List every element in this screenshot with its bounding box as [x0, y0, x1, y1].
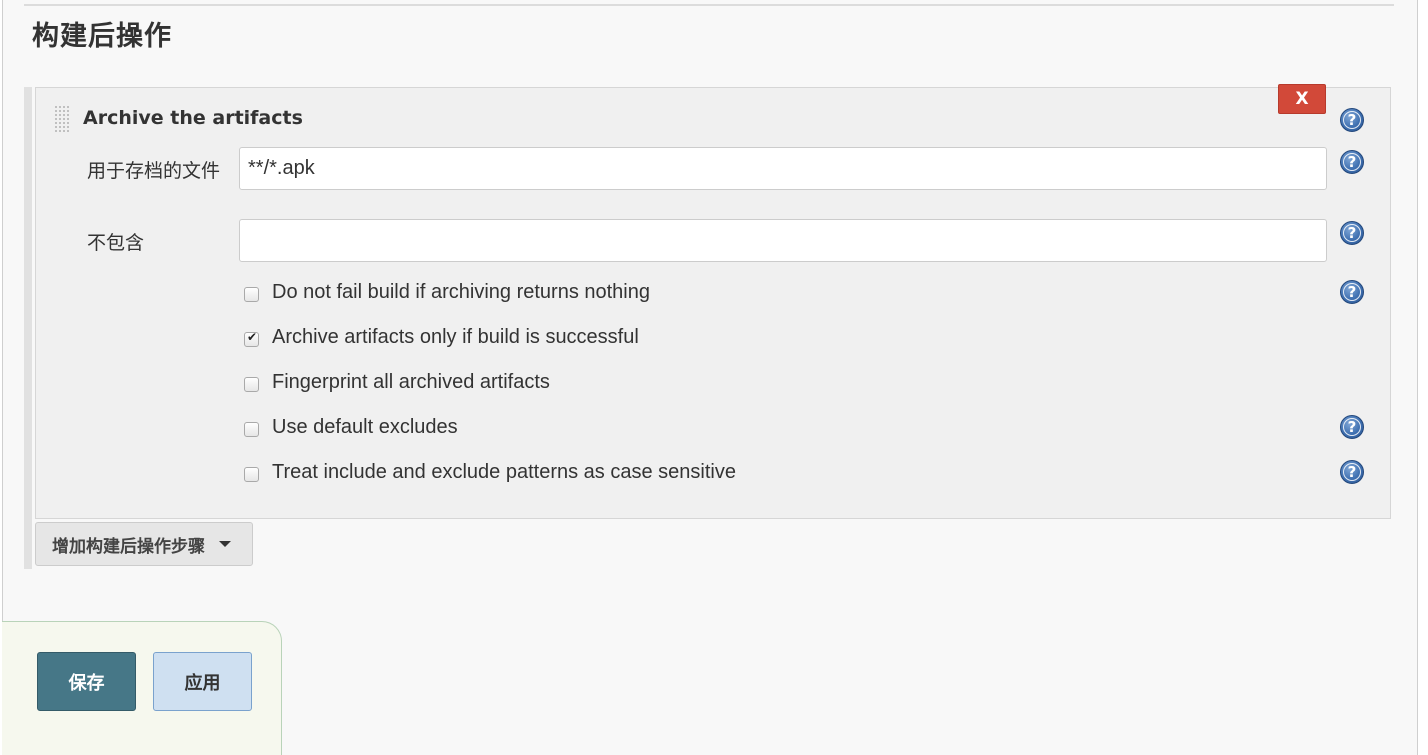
option-fingerprint[interactable]: Fingerprint all archived artifacts — [244, 371, 550, 394]
option-only-if-successful[interactable]: Archive artifacts only if build is succe… — [244, 326, 639, 349]
publisher-title: Archive the artifacts — [83, 107, 303, 129]
files-to-archive-input[interactable] — [239, 147, 1327, 190]
checkbox-label[interactable]: Use default excludes — [272, 416, 458, 439]
help-glyph: ? — [1347, 462, 1357, 481]
delete-publisher-button[interactable]: X — [1278, 84, 1326, 114]
checkbox-checked[interactable] — [244, 330, 259, 347]
option-case-sensitive[interactable]: Treat include and exclude patterns as ca… — [244, 461, 736, 484]
apply-button[interactable]: 应用 — [153, 652, 252, 711]
save-button[interactable]: 保存 — [37, 652, 136, 711]
help-glyph: ? — [1347, 152, 1357, 171]
add-post-build-step-button[interactable]: 增加构建后操作步骤 — [35, 522, 253, 566]
help-icon[interactable]: ? — [1340, 415, 1364, 439]
help-glyph: ? — [1347, 282, 1357, 301]
excludes-input[interactable] — [239, 219, 1327, 262]
help-icon[interactable]: ? — [1340, 280, 1364, 304]
help-glyph: ? — [1347, 223, 1357, 242]
checkbox[interactable] — [244, 377, 259, 392]
checkbox-label[interactable]: Fingerprint all archived artifacts — [272, 371, 550, 394]
help-glyph: ? — [1347, 110, 1357, 129]
checkbox[interactable] — [244, 287, 259, 302]
help-icon[interactable]: ? — [1340, 460, 1364, 484]
help-icon[interactable]: ? — [1340, 108, 1364, 132]
files-to-archive-label: 用于存档的文件 — [87, 160, 221, 182]
drag-handle-icon[interactable] — [54, 105, 70, 133]
help-icon[interactable]: ? — [1340, 150, 1364, 174]
top-divider — [24, 4, 1394, 6]
section-title: 构建后操作 — [32, 21, 172, 52]
help-icon[interactable]: ? — [1340, 221, 1364, 245]
checkbox-label[interactable]: Do not fail build if archiving returns n… — [272, 281, 650, 304]
option-default-excludes[interactable]: Use default excludes — [244, 416, 458, 439]
excludes-label: 不包含 — [87, 232, 145, 254]
checkbox-label[interactable]: Archive artifacts only if build is succe… — [272, 326, 639, 349]
checkbox-label[interactable]: Treat include and exclude patterns as ca… — [272, 461, 736, 484]
checkbox[interactable] — [244, 467, 259, 482]
section-indent-bar — [24, 87, 32, 569]
archive-artifacts-publisher: Archive the artifacts X ? ? ? ? ? ? 用于存档… — [35, 84, 1391, 519]
help-glyph: ? — [1347, 417, 1357, 436]
option-allow-empty[interactable]: Do not fail build if archiving returns n… — [244, 281, 650, 304]
caret-down-icon — [219, 541, 231, 547]
add-step-label: 增加构建后操作步骤 — [52, 536, 205, 557]
checkbox[interactable] — [244, 422, 259, 437]
